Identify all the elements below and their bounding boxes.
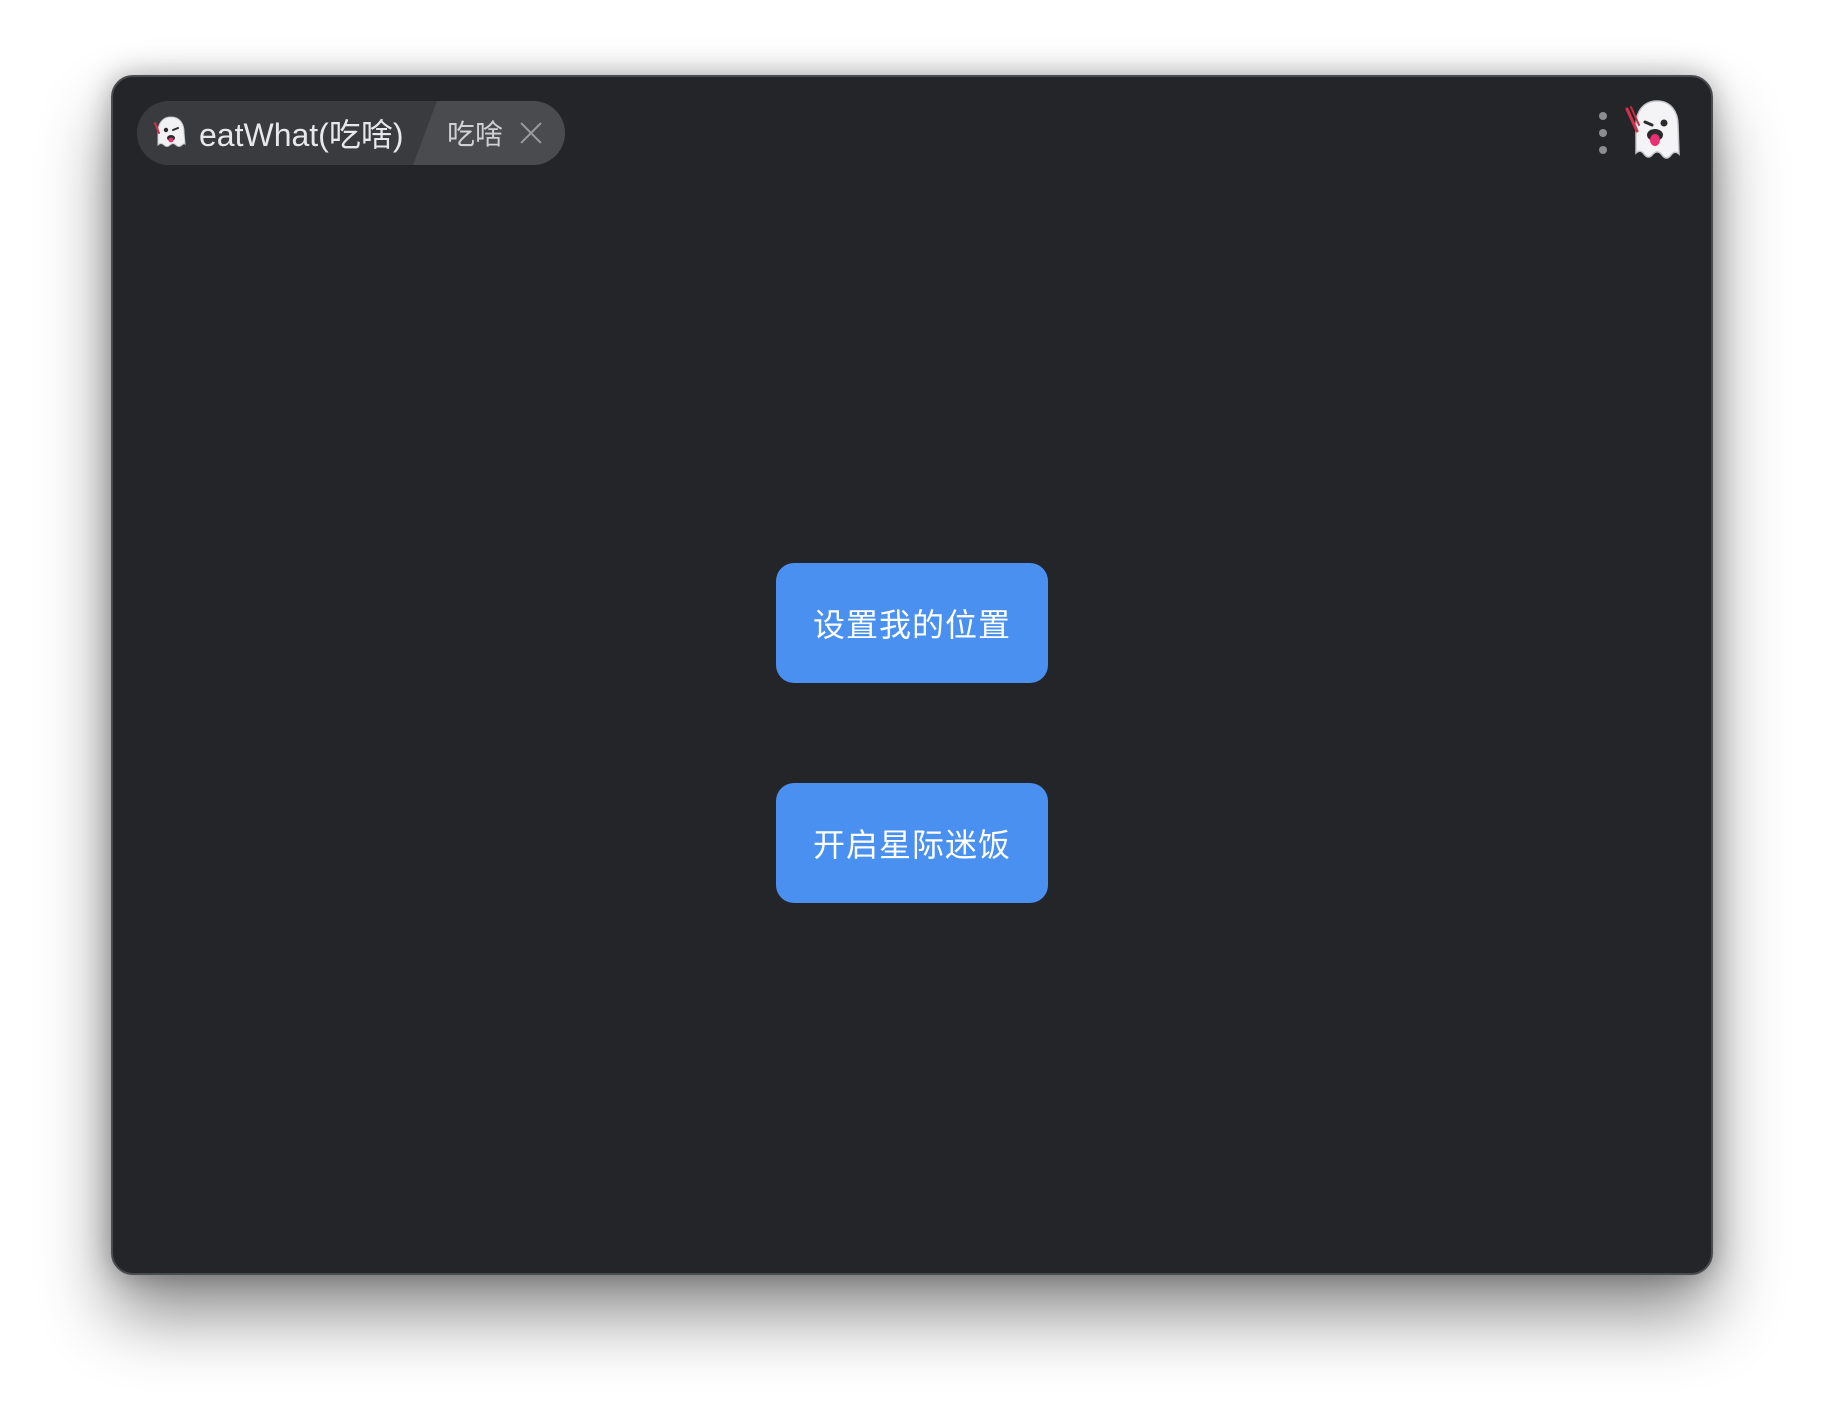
close-icon[interactable] [517,119,545,147]
app-name-segment[interactable]: eatWhat(吃啥) [137,101,437,165]
ghost-avatar-icon[interactable] [1617,95,1693,171]
tab-chisha[interactable]: 吃啥 [413,101,565,165]
dot [1599,129,1607,137]
start-button[interactable]: 开启星际迷饭 [776,783,1048,903]
app-title: eatWhat(吃啥) [199,117,404,153]
dot [1599,112,1607,120]
set-location-button[interactable]: 设置我的位置 [776,563,1048,683]
tab-label: 吃啥 [447,119,504,150]
app-window: eatWhat(吃啥) 吃啥 设置我的位置 开启星际迷饭 [111,75,1713,1275]
ghost-icon [154,116,186,147]
dot [1599,146,1607,154]
title-pill: eatWhat(吃啥) 吃啥 [137,101,565,165]
vertical-dots-icon[interactable] [1599,112,1607,154]
